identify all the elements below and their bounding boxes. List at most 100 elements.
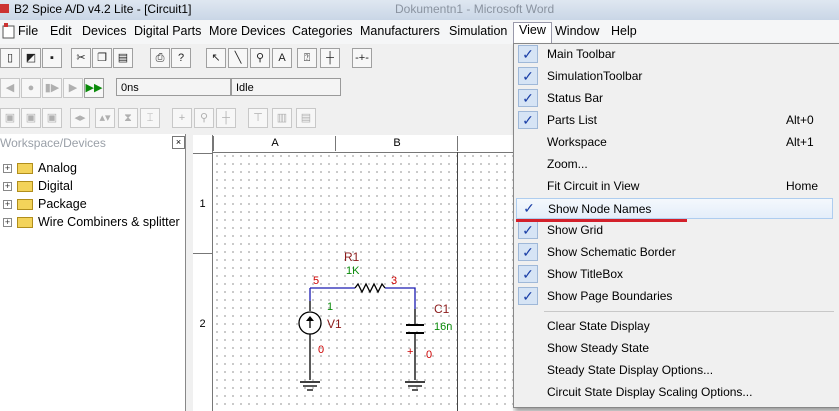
menu-item-show-steady-state[interactable]: Show Steady State [514,338,837,359]
checkmark-icon: ✓ [518,221,538,239]
checkmark-icon: ✓ [518,287,538,305]
menu-item-parts-list[interactable]: ✓ Parts List Alt+0 [514,110,837,131]
schematic-canvas[interactable]: A B 1 2 + R1 1K 5 3 1 V1 0 C1 16n 0 [193,135,513,411]
node-tool-icon[interactable]: ┼ [320,48,340,68]
expand-icon[interactable]: + [3,200,12,209]
checkmark-icon: ✓ [518,67,538,85]
menu-help[interactable]: Help [611,24,637,42]
save-icon[interactable]: ▪ [42,48,62,68]
distribute-icon[interactable]: ⌶ [140,108,160,128]
help-icon[interactable]: ? [171,48,191,68]
print-icon[interactable]: ⎙ [150,48,170,68]
menu-item-fit-circuit[interactable]: Fit Circuit in View Home [514,176,837,197]
menu-item-show-schematic-border[interactable]: ✓ Show Schematic Border [514,242,837,263]
align-right-icon[interactable]: ▣ [42,108,62,128]
wire-tool-icon[interactable]: ╲ [228,48,248,68]
menu-view[interactable]: View [513,22,552,43]
document-icon [2,23,15,39]
menu-devices[interactable]: Devices [82,24,126,42]
flip-vertical-icon[interactable]: ▴▾ [95,108,115,128]
checkmark-icon: ✓ [518,243,538,261]
window-title: B2 Spice A/D v4.2 Lite - [Circuit1] [14,2,192,16]
folder-icon [17,217,33,228]
svg-text:+: + [407,346,413,358]
menu-more-devices[interactable]: More Devices [209,24,285,42]
node-name-5: 5 [313,275,320,287]
menu-window[interactable]: Window [555,24,599,42]
annotation-underline [516,219,687,222]
menu-item-label: Zoom... [547,157,588,171]
tree-item-label: Analog [38,161,77,175]
expand-icon[interactable]: + [3,218,12,227]
step-back-icon[interactable]: ◀ [0,78,20,98]
pointer-tool-icon[interactable]: ↖ [206,48,226,68]
r1-value-label: 1K [346,265,360,277]
menu-item-show-node-names[interactable]: ✓ Show Node Names [516,198,833,219]
menu-item-steady-state-options[interactable]: Steady State Display Options... [514,360,837,381]
checkmark-icon: ✓ [518,89,538,107]
menu-manufacturers[interactable]: Manufacturers [360,24,440,42]
cut-icon[interactable]: ✂ [71,48,91,68]
open-folder-icon[interactable]: ◩ [21,48,41,68]
menu-item-clear-state-display[interactable]: Clear State Display [514,316,837,337]
node-name-0-c1: 0 [426,349,433,361]
menu-item-main-toolbar[interactable]: ✓ Main Toolbar [514,44,837,65]
checkmark-icon: ✓ [523,200,535,216]
tree-item-label: Package [38,197,87,211]
zoom-tool-icon[interactable]: ⚲ [250,48,270,68]
menu-item-show-titlebox[interactable]: ✓ Show TitleBox [514,264,837,285]
menu-item-show-page-boundaries[interactable]: ✓ Show Page Boundaries [514,286,837,307]
workspace-panel [0,134,186,411]
close-icon[interactable]: × [172,136,185,149]
menu-categories[interactable]: Categories [292,24,352,42]
probe-tool-icon[interactable]: ⍰ [297,48,317,68]
pause-icon[interactable]: ▮▶ [42,78,62,98]
menu-item-status-bar[interactable]: ✓ Status Bar [514,88,837,109]
menu-simulation[interactable]: Simulation [449,24,507,42]
align-left-icon[interactable]: ▣ [0,108,20,128]
fast-forward-icon[interactable]: ▶▶ [84,78,104,98]
menu-file[interactable]: File [18,24,38,42]
rows-icon[interactable]: ▤ [296,108,316,128]
menu-item-label: Fit Circuit in View [547,179,640,193]
stop-icon[interactable]: ● [21,78,41,98]
play-icon[interactable]: ▶ [63,78,83,98]
menu-item-zoom[interactable]: Zoom... [514,154,837,175]
checkmark-icon: ✓ [518,45,538,63]
background-window-title: Dokumentn1 - Microsoft Word [395,2,555,16]
paste-icon[interactable]: ▤ [113,48,133,68]
menu-digital-parts[interactable]: Digital Parts [134,24,201,42]
magnifier-icon[interactable]: ⚲ [194,108,214,128]
workspace-title: Workspace/Devices [0,136,106,150]
new-file-icon[interactable]: ▯ [0,48,20,68]
checkmark-icon: ✓ [518,111,538,129]
expand-icon[interactable]: + [3,164,12,173]
menu-item-label: Show TitleBox [547,267,624,281]
align-center-icon[interactable]: ▣ [21,108,41,128]
menu-item-label: Show Steady State [547,341,650,355]
menu-item-label: Show Page Boundaries [547,289,673,303]
menu-item-label: Main Toolbar [547,47,616,61]
rotate-icon[interactable]: ⧗ [118,108,138,128]
tree-item-label: Digital [38,179,73,193]
menu-item-simulation-toolbar[interactable]: ✓ SimulationToolbar [514,66,837,87]
text-tool-icon[interactable]: A [272,48,292,68]
checkmark-icon: ✓ [518,265,538,283]
junction-tool-icon[interactable]: -+- [352,48,372,68]
menu-item-label: Clear State Display [547,319,650,333]
expand-icon[interactable]: + [3,182,12,191]
menu-item-workspace[interactable]: Workspace Alt+1 [514,132,837,153]
columns-icon[interactable]: ▥ [272,108,292,128]
bus-icon[interactable]: ⊤ [248,108,268,128]
node-icon[interactable]: ┼ [216,108,236,128]
flip-horizontal-icon[interactable]: ◂▸ [70,108,90,128]
menu-item-show-grid[interactable]: ✓ Show Grid [514,220,837,241]
view-menu-dropdown: ✓ Main Toolbar ✓ SimulationToolbar ✓ Sta… [513,43,839,408]
crosshair-icon[interactable]: + [172,108,192,128]
simulation-status-field: Idle [231,78,341,96]
menu-edit[interactable]: Edit [50,24,72,42]
menu-item-circuit-state-scaling[interactable]: Circuit State Display Scaling Options... [514,382,837,403]
drawing-toolbar: ▣ ▣ ▣ ◂▸ ▴▾ ⧗ ⌶ + ⚲ ┼ ⊤ ▥ ▤ [0,106,513,130]
copy-icon[interactable]: ❐ [92,48,112,68]
folder-icon [17,181,33,192]
